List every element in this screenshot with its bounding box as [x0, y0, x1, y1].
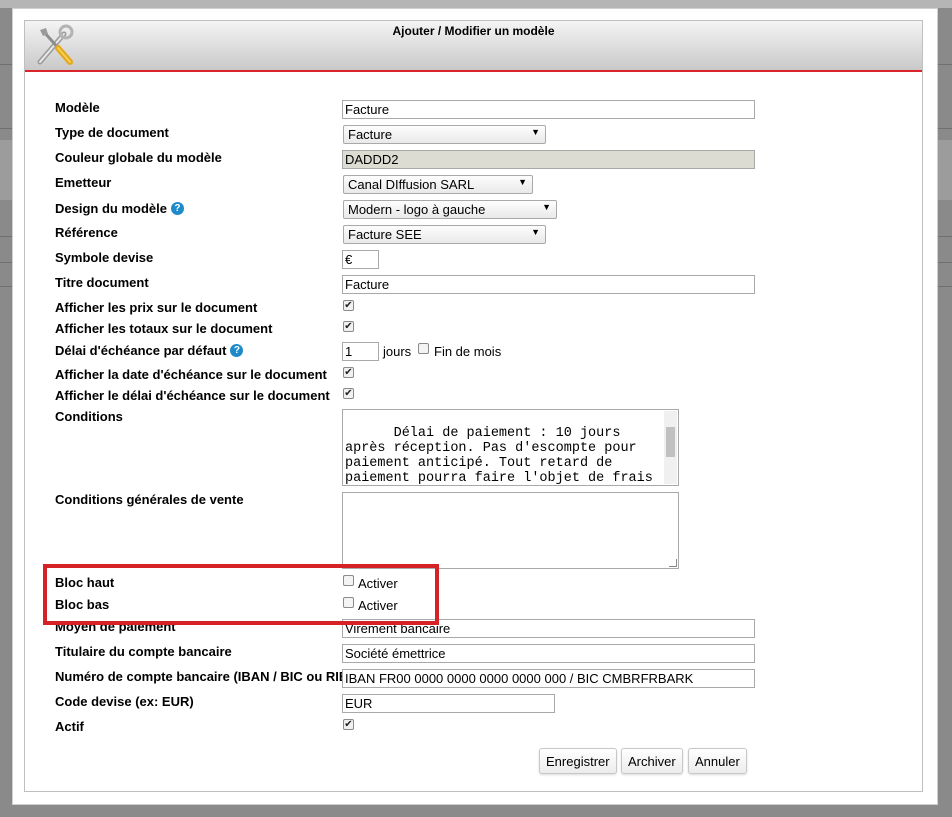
modal-content: Ajouter / Modifier un modèle Modèle Fact…: [24, 20, 923, 792]
design-select[interactable]: Modern - logo à gauche ▼: [343, 200, 557, 219]
label-actif: Actif: [55, 719, 84, 734]
label-modele: Modèle: [55, 100, 100, 115]
label-afficher-date-echeance: Afficher la date d'échéance sur le docum…: [55, 367, 327, 382]
dialog-header: Ajouter / Modifier un modèle: [25, 21, 922, 72]
label-titre: Titre document: [55, 275, 149, 290]
cancel-button[interactable]: Annuler: [688, 748, 747, 774]
type-document-select[interactable]: Facture ▼: [343, 125, 546, 144]
label-afficher-delai-echeance: Afficher le délai d'échéance sur le docu…: [55, 388, 330, 403]
fin-mois-checkbox[interactable]: [418, 343, 429, 354]
emetteur-select[interactable]: Canal DIffusion SARL ▼: [343, 175, 533, 194]
conditions-text: Délai de paiement : 10 jours après récep…: [345, 426, 653, 486]
label-design-text: Design du modèle: [55, 201, 167, 216]
titulaire-input[interactable]: Société émettrice: [342, 644, 755, 663]
iban-input[interactable]: IBAN FR00 0000 0000 0000 0000 000 / BIC …: [342, 669, 755, 688]
afficher-delai-echeance-checkbox[interactable]: ✔: [343, 388, 354, 399]
conditions-scrollbar[interactable]: [664, 411, 677, 484]
cgv-textarea[interactable]: [342, 492, 679, 569]
label-reference: Référence: [55, 225, 118, 240]
actif-checkbox[interactable]: ✔: [343, 719, 354, 730]
reference-select[interactable]: Facture SEE ▼: [343, 225, 546, 244]
checkmark-icon: ✔: [344, 321, 353, 332]
label-delai: Délai d'échéance par défaut?: [55, 343, 244, 358]
type-document-value: Facture: [348, 127, 393, 142]
label-emetteur: Emetteur: [55, 175, 112, 190]
design-value: Modern - logo à gauche: [348, 202, 486, 217]
label-couleur: Couleur globale du modèle: [55, 150, 222, 165]
checkmark-icon: ✔: [344, 388, 353, 399]
archive-button[interactable]: Archiver: [621, 748, 683, 774]
dialog-title: Ajouter / Modifier un modèle: [392, 24, 555, 38]
delai-unit: jours: [383, 344, 412, 359]
highlight-box: [43, 564, 439, 625]
label-design: Design du modèle?: [55, 201, 184, 216]
label-iban: Numéro de compte bancaire (IBAN / BIC ou…: [55, 669, 353, 684]
dropdown-arrow-icon: ▼: [531, 127, 540, 137]
afficher-totaux-checkbox[interactable]: ✔: [343, 321, 354, 332]
label-afficher-totaux: Afficher les totaux sur le document: [55, 321, 273, 336]
symbole-input[interactable]: €: [342, 250, 379, 269]
code-devise-input[interactable]: EUR: [342, 694, 555, 713]
dropdown-arrow-icon: ▼: [518, 177, 527, 187]
label-delai-text: Délai d'échéance par défaut: [55, 343, 227, 358]
modele-input[interactable]: Facture: [342, 100, 755, 119]
emetteur-value: Canal DIffusion SARL: [348, 177, 475, 192]
label-code-devise: Code devise (ex: EUR): [55, 694, 194, 709]
afficher-date-echeance-checkbox[interactable]: ✔: [343, 367, 354, 378]
modal-dialog: Ajouter / Modifier un modèle Modèle Fact…: [12, 8, 938, 805]
save-button[interactable]: Enregistrer: [539, 748, 617, 774]
label-conditions: Conditions: [55, 409, 123, 424]
label-titulaire: Titulaire du compte bancaire: [55, 644, 232, 659]
dropdown-arrow-icon: ▼: [542, 202, 551, 212]
label-afficher-prix: Afficher les prix sur le document: [55, 300, 258, 315]
delai-input[interactable]: 1: [342, 342, 379, 361]
titre-input[interactable]: Facture: [342, 275, 755, 294]
checkmark-icon: ✔: [344, 300, 353, 311]
dropdown-arrow-icon: ▼: [531, 227, 540, 237]
help-icon[interactable]: ?: [230, 344, 244, 357]
label-symbole: Symbole devise: [55, 250, 154, 265]
label-type-document: Type de document: [55, 125, 169, 140]
checkmark-icon: ✔: [344, 367, 353, 378]
label-cgv: Conditions générales de vente: [55, 492, 244, 507]
conditions-textarea[interactable]: Délai de paiement : 10 jours après récep…: [342, 409, 679, 486]
help-icon[interactable]: ?: [170, 202, 184, 215]
checkmark-icon: ✔: [344, 719, 353, 730]
fin-mois-label: Fin de mois: [434, 344, 502, 359]
scrollbar-thumb[interactable]: [666, 427, 675, 457]
couleur-input[interactable]: DADDD2: [342, 150, 755, 169]
resize-handle-icon[interactable]: [669, 559, 677, 567]
reference-value: Facture SEE: [348, 227, 422, 242]
afficher-prix-checkbox[interactable]: ✔: [343, 300, 354, 311]
